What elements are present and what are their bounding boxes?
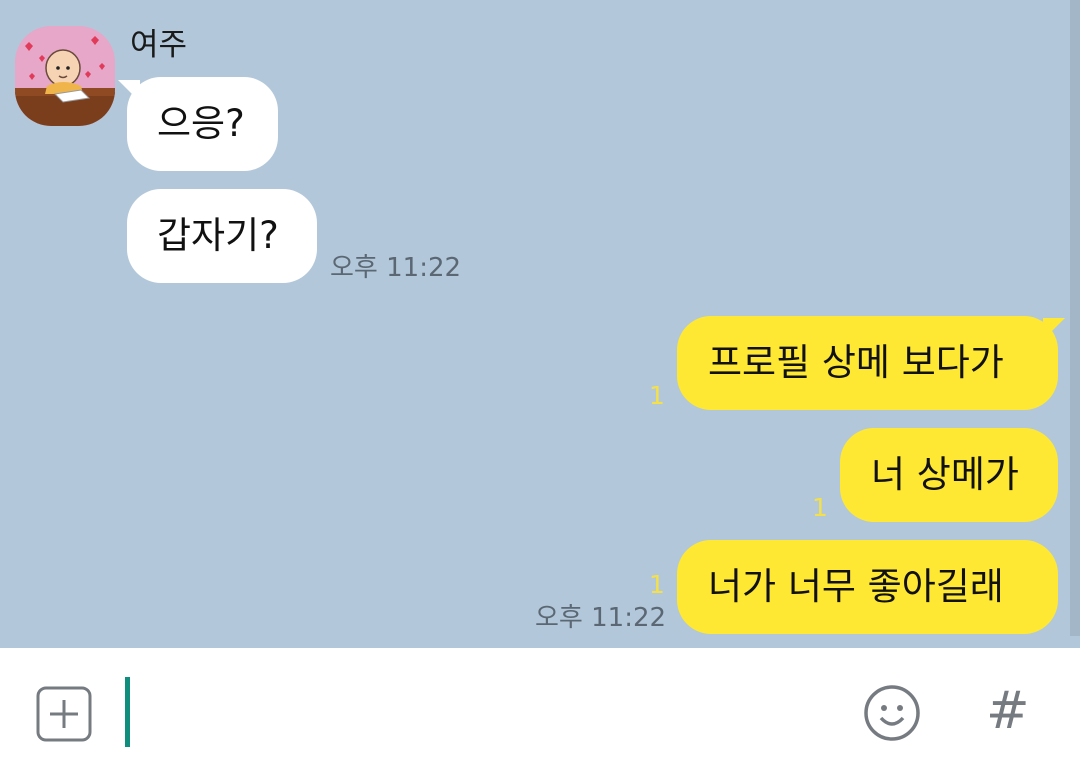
- outgoing-message-bubble[interactable]: 너 상메가: [840, 428, 1058, 522]
- hashtag-icon: #: [986, 681, 1030, 741]
- emoji-button[interactable]: [862, 683, 922, 747]
- message-timestamp: 오후 11:22: [330, 253, 462, 283]
- outgoing-message-bubble[interactable]: 너가 너무 좋아길래: [677, 540, 1058, 634]
- incoming-message-bubble[interactable]: 갑자기?: [127, 189, 317, 283]
- unread-count: 1: [812, 493, 828, 522]
- text-cursor: [125, 677, 130, 747]
- outgoing-message-bubble[interactable]: 프로필 상메 보다가: [677, 316, 1058, 410]
- avatar[interactable]: [15, 26, 115, 126]
- sender-name: 여주: [130, 27, 188, 63]
- scrollbar[interactable]: [1070, 0, 1080, 636]
- incoming-message-bubble[interactable]: 으응?: [127, 77, 278, 171]
- unread-count: 1: [649, 570, 665, 599]
- unread-count: 1: [649, 381, 665, 410]
- plus-square-icon: [36, 686, 92, 742]
- message-timestamp: 오후 11:22: [535, 603, 667, 633]
- avatar-image: [15, 26, 115, 126]
- message-text: 너가 너무 좋아길래: [708, 565, 1004, 608]
- message-input-bar[interactable]: #: [0, 648, 1080, 775]
- message-text: 으응?: [157, 102, 245, 145]
- message-text: 프로필 상메 보다가: [708, 341, 1004, 384]
- message-text: 너 상메가: [871, 453, 1019, 496]
- hashtag-button[interactable]: #: [986, 678, 1030, 744]
- message-text: 갑자기?: [157, 214, 279, 257]
- emoji-icon: [864, 685, 920, 741]
- attach-button[interactable]: [36, 686, 92, 746]
- chat-area[interactable]: 여주 으응? 갑자기? 오후 11:22 프로필 상메 보다가 1 너 상메가 …: [0, 0, 1080, 648]
